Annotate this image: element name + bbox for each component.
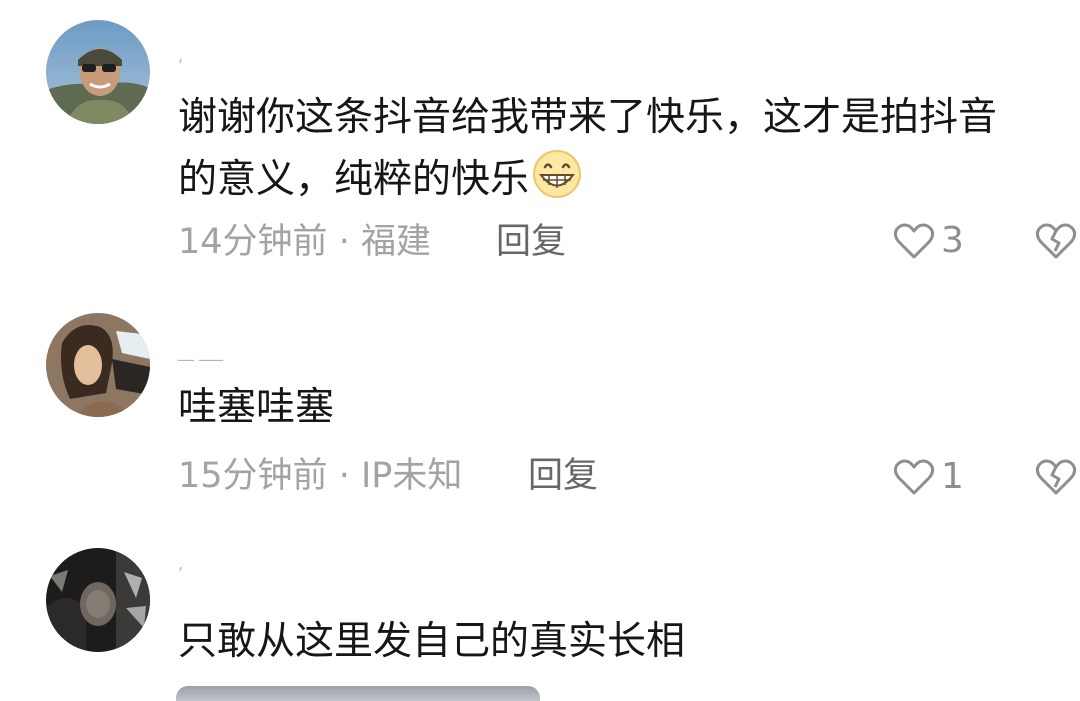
comment-location: 福建 (360, 222, 431, 262)
comment-list: , 谢谢你这条抖音给我带来了快乐，这才是拍抖音 的意义，纯粹的快乐 14分钟前 … (0, 0, 1080, 701)
broken-heart-icon (1034, 220, 1080, 260)
avatar-image (46, 313, 150, 417)
comment-text-line: 只敢从这里发自己的真实长相 (178, 619, 686, 664)
heart-icon (893, 458, 941, 496)
like-button[interactable]: 3 (893, 220, 964, 261)
comment-text-line: 谢谢你这条抖音给我带来了快乐，这才是拍抖音 (178, 95, 998, 140)
user-avatar[interactable] (46, 20, 150, 124)
meta-separator: · (338, 456, 350, 496)
user-avatar[interactable] (46, 548, 150, 652)
like-count: 1 (941, 456, 964, 497)
comment-text: 哇塞哇塞 (178, 378, 1080, 438)
comment-location: IP未知 (360, 456, 463, 496)
comment-text-segment: 的意义，纯粹的快乐 (178, 157, 530, 202)
like-count: 3 (941, 220, 964, 261)
comment-meta: 14分钟前 · 福建 回复 (178, 222, 566, 262)
comment-text-line: 哇塞哇塞 (178, 385, 335, 430)
like-button[interactable]: 1 (893, 456, 964, 497)
comment-text-line: 的意义，纯粹的快乐 (178, 148, 1080, 210)
comment-image-thumbnail[interactable] (176, 686, 540, 701)
comment-meta: 15分钟前 · IP未知 回复 (178, 456, 598, 496)
username[interactable]: __ ___ (178, 344, 223, 360)
comment-time: 14分钟前 (178, 222, 328, 262)
reply-button[interactable]: 回复 (528, 456, 598, 496)
user-avatar[interactable] (46, 313, 150, 417)
reply-button[interactable]: 回复 (496, 222, 566, 262)
grinning-face-icon (531, 148, 583, 200)
comment-text: 谢谢你这条抖音给我带来了快乐，这才是拍抖音 的意义，纯粹的快乐 (178, 88, 1080, 210)
heart-icon (893, 222, 941, 260)
avatar-image (46, 20, 150, 124)
username[interactable]: , (178, 48, 183, 64)
avatar-image (46, 548, 150, 652)
username[interactable]: , (178, 556, 183, 572)
meta-separator: · (338, 222, 350, 262)
dislike-button[interactable] (1034, 220, 1080, 262)
dislike-button[interactable] (1034, 456, 1080, 498)
comment-time: 15分钟前 (178, 456, 328, 496)
broken-heart-icon (1034, 456, 1080, 496)
comment-text: 只敢从这里发自己的真实长相 (178, 612, 1080, 672)
